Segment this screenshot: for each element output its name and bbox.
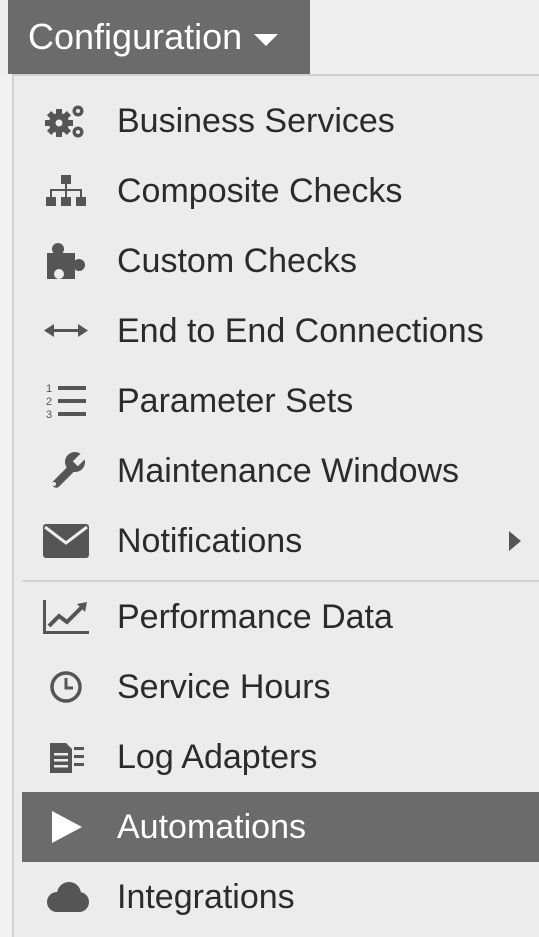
wrench-icon — [40, 449, 92, 493]
menu-item-automations[interactable]: Automations — [22, 792, 539, 862]
menu-item-label: Parameter Sets — [117, 381, 354, 420]
cloud-icon — [40, 875, 92, 919]
menu-item-label: Integrations — [117, 877, 295, 916]
menu-item-label: End to End Connections — [117, 311, 484, 350]
svg-text:3: 3 — [46, 409, 52, 421]
configuration-menu: Business Services Composite Checks Custo… — [12, 74, 539, 937]
caret-down-icon — [254, 34, 279, 46]
numbered-list-icon: 1 2 3 — [40, 379, 92, 423]
line-chart-icon — [40, 595, 92, 639]
menu-item-business-services[interactable]: Business Services — [22, 86, 539, 156]
envelope-icon — [40, 519, 92, 563]
menu-item-label: Composite Checks — [117, 171, 403, 210]
clock-icon — [40, 665, 92, 709]
gears-icon — [40, 99, 92, 143]
menu-item-label: Performance Data — [117, 597, 393, 636]
menu-item-parameter-sets[interactable]: 1 2 3 Parameter Sets — [22, 366, 539, 436]
play-icon — [40, 805, 92, 849]
menu-item-composite-checks[interactable]: Composite Checks — [22, 156, 539, 226]
menu-item-label: Log Adapters — [117, 737, 318, 776]
menu-item-service-hours[interactable]: Service Hours — [22, 652, 539, 722]
menu-item-notifications[interactable]: Notifications — [22, 506, 539, 576]
menu-item-integrations[interactable]: Integrations — [22, 862, 539, 932]
menu-item-label: Automations — [117, 807, 306, 846]
caret-right-icon — [509, 531, 521, 551]
configuration-dropdown-button[interactable]: Configuration — [8, 0, 310, 74]
svg-text:2: 2 — [46, 396, 52, 408]
menu-item-label: Service Hours — [117, 667, 331, 706]
puzzle-piece-icon — [40, 239, 92, 283]
sitemap-icon — [40, 169, 92, 213]
configuration-label: Configuration — [28, 16, 243, 57]
menu-item-label: Notifications — [117, 521, 303, 560]
menu-item-label: Maintenance Windows — [117, 451, 460, 490]
svg-text:1: 1 — [46, 383, 52, 395]
menu-item-performance-data[interactable]: Performance Data — [22, 582, 539, 652]
menu-item-log-adapters[interactable]: Log Adapters — [22, 722, 539, 792]
menu-item-maintenance-windows[interactable]: Maintenance Windows — [22, 436, 539, 506]
top-bar: Configuration — [0, 0, 539, 74]
menu-item-custom-checks[interactable]: Custom Checks — [22, 226, 539, 296]
double-arrow-icon — [40, 309, 92, 353]
menu-item-label: Business Services — [117, 101, 395, 140]
log-file-icon — [40, 735, 92, 779]
menu-item-end-to-end-connections[interactable]: End to End Connections — [22, 296, 539, 366]
menu-item-label: Custom Checks — [117, 241, 357, 280]
